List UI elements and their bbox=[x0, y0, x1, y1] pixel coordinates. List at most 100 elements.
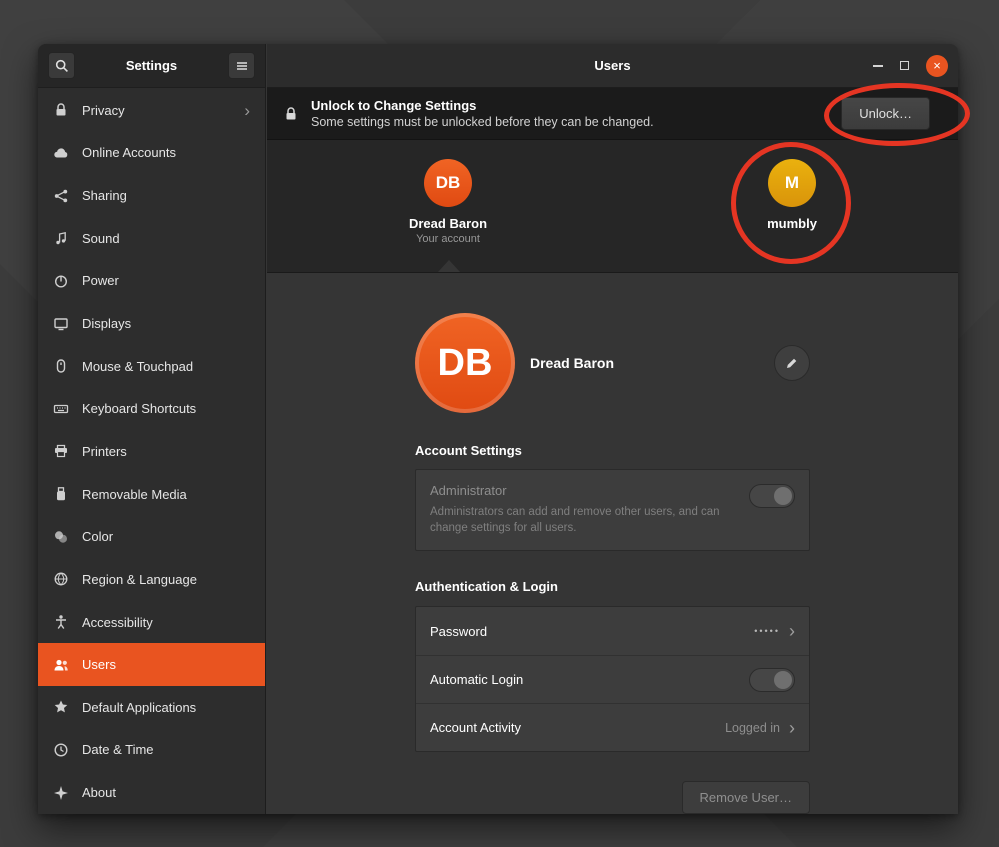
cloud-icon bbox=[53, 145, 69, 161]
banner-text: Unlock to Change Settings Some settings … bbox=[311, 98, 654, 129]
displays-icon bbox=[53, 316, 69, 332]
sidebar-item-label: Date & Time bbox=[82, 742, 154, 757]
sidebar: Settings Privacy › Online Accounts Shari… bbox=[38, 44, 266, 814]
remove-user-button[interactable]: Remove User… bbox=[682, 781, 810, 814]
user-card-dread-baron[interactable]: DB Dread Baron Your account bbox=[363, 159, 533, 245]
accessibility-icon bbox=[53, 614, 69, 630]
sidebar-item-label: Power bbox=[82, 273, 119, 288]
sidebar-title: Settings bbox=[83, 58, 220, 73]
sidebar-item-users[interactable]: Users bbox=[38, 643, 265, 686]
banner-title: Unlock to Change Settings bbox=[311, 98, 654, 113]
maximize-button[interactable] bbox=[900, 61, 909, 70]
chevron-right-icon: › bbox=[789, 719, 795, 737]
administrator-toggle[interactable] bbox=[749, 484, 795, 508]
sidebar-item-label: Displays bbox=[82, 316, 131, 331]
profile-row: DB Dread Baron bbox=[415, 313, 810, 413]
sidebar-item-label: Sound bbox=[82, 231, 120, 246]
sidebar-item-removable-media[interactable]: Removable Media bbox=[38, 473, 265, 516]
sidebar-item-label: About bbox=[82, 785, 116, 800]
window-title: Users bbox=[594, 58, 630, 73]
sidebar-item-label: Removable Media bbox=[82, 487, 187, 502]
user-carousel: DB Dread Baron Your account M mumbly bbox=[267, 140, 958, 273]
sidebar-item-label: Region & Language bbox=[82, 572, 197, 587]
chevron-right-icon: › bbox=[789, 622, 795, 640]
printer-icon bbox=[53, 443, 69, 459]
profile-avatar: DB bbox=[415, 313, 515, 413]
sidebar-item-label: Users bbox=[82, 657, 116, 672]
edit-avatar-button[interactable] bbox=[774, 345, 810, 381]
sidebar-item-printers[interactable]: Printers bbox=[38, 430, 265, 473]
keyboard-icon bbox=[53, 401, 69, 417]
main-area: Users × Unlock to Change Settings Some s… bbox=[267, 44, 958, 814]
sidebar-item-accessibility[interactable]: Accessibility bbox=[38, 601, 265, 644]
minimize-button[interactable] bbox=[873, 65, 883, 67]
banner-subtitle: Some settings must be unlocked before th… bbox=[311, 115, 654, 129]
automatic-login-row: Automatic Login bbox=[416, 655, 809, 703]
automatic-login-label: Automatic Login bbox=[430, 672, 523, 687]
account-activity-row[interactable]: Account Activity Logged in › bbox=[416, 703, 809, 751]
search-icon bbox=[54, 58, 70, 74]
avatar-dread-baron: DB bbox=[424, 159, 472, 207]
sidebar-item-online-accounts[interactable]: Online Accounts bbox=[38, 132, 265, 175]
sidebar-item-default-applications[interactable]: Default Applications bbox=[38, 686, 265, 729]
user-name: mumbly bbox=[707, 216, 877, 231]
chevron-right-icon: › bbox=[244, 102, 250, 119]
password-row[interactable]: Password ••••• › bbox=[416, 607, 809, 655]
selected-user-notch bbox=[438, 260, 460, 272]
sidebar-item-date-time[interactable]: Date & Time bbox=[38, 729, 265, 772]
user-panel: DB Dread Baron Account Settings Administ… bbox=[267, 274, 958, 814]
sidebar-item-sharing[interactable]: Sharing bbox=[38, 174, 265, 217]
user-card-mumbly[interactable]: M mumbly bbox=[707, 159, 877, 231]
sidebar-item-label: Keyboard Shortcuts bbox=[82, 401, 196, 416]
toggle-knob bbox=[774, 671, 792, 689]
password-dots: ••••• bbox=[754, 626, 780, 636]
administrator-label: Administrator bbox=[430, 483, 795, 498]
mouse-icon bbox=[53, 358, 69, 374]
sidebar-item-about[interactable]: About bbox=[38, 771, 265, 814]
sidebar-item-keyboard-shortcuts[interactable]: Keyboard Shortcuts bbox=[38, 387, 265, 430]
sidebar-item-label: Accessibility bbox=[82, 615, 153, 630]
sidebar-header: Settings bbox=[38, 44, 265, 88]
sidebar-item-label: Sharing bbox=[82, 188, 127, 203]
automatic-login-toggle[interactable] bbox=[749, 668, 795, 692]
sidebar-item-color[interactable]: Color bbox=[38, 515, 265, 558]
sidebar-item-privacy[interactable]: Privacy › bbox=[38, 89, 265, 132]
account-activity-label: Account Activity bbox=[430, 720, 521, 735]
unlock-button[interactable]: Unlock… bbox=[841, 97, 930, 130]
menu-button[interactable] bbox=[228, 52, 255, 79]
share-icon bbox=[53, 188, 69, 204]
users-icon bbox=[53, 657, 69, 673]
settings-window: Settings Privacy › Online Accounts Shari… bbox=[38, 44, 958, 814]
titlebar: Users × bbox=[267, 44, 958, 88]
administrator-card: Administrator Administrators can add and… bbox=[415, 469, 810, 551]
toggle-knob bbox=[774, 487, 792, 505]
auth-login-card: Password ••••• › Automatic Login Acco bbox=[415, 606, 810, 752]
profile-name: Dread Baron bbox=[530, 355, 614, 371]
window-controls: × bbox=[873, 44, 948, 87]
clock-icon bbox=[53, 742, 69, 758]
power-icon bbox=[53, 273, 69, 289]
sidebar-item-label: Printers bbox=[82, 444, 127, 459]
search-button[interactable] bbox=[48, 52, 75, 79]
hamburger-icon bbox=[234, 58, 250, 74]
user-name: Dread Baron bbox=[363, 216, 533, 231]
sidebar-item-displays[interactable]: Displays bbox=[38, 302, 265, 345]
globe-icon bbox=[53, 571, 69, 587]
sidebar-list: Privacy › Online Accounts Sharing Sound … bbox=[38, 89, 265, 814]
close-button[interactable]: × bbox=[926, 55, 948, 77]
sidebar-item-region-language[interactable]: Region & Language bbox=[38, 558, 265, 601]
color-icon bbox=[53, 529, 69, 545]
sidebar-item-power[interactable]: Power bbox=[38, 260, 265, 303]
account-activity-value: Logged in bbox=[725, 721, 780, 735]
sidebar-item-mouse-touchpad[interactable]: Mouse & Touchpad bbox=[38, 345, 265, 388]
auth-login-heading: Authentication & Login bbox=[415, 579, 810, 594]
lock-icon bbox=[283, 106, 299, 122]
user-subtitle: Your account bbox=[363, 233, 533, 245]
pencil-icon bbox=[784, 355, 800, 371]
sound-note-icon bbox=[53, 230, 69, 246]
sparkle-icon bbox=[53, 785, 69, 801]
sidebar-item-sound[interactable]: Sound bbox=[38, 217, 265, 260]
unlock-banner: Unlock to Change Settings Some settings … bbox=[267, 88, 958, 140]
sidebar-item-label: Mouse & Touchpad bbox=[82, 359, 193, 374]
password-label: Password bbox=[430, 624, 487, 639]
